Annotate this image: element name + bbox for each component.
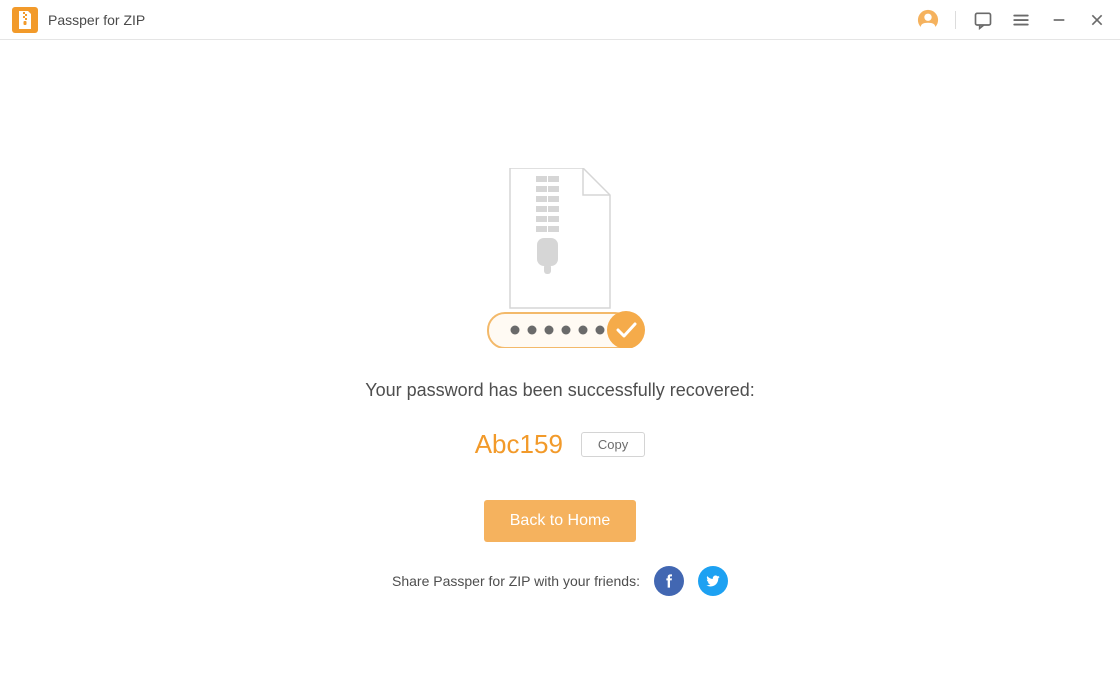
password-row: Abc159 Copy [475, 429, 646, 460]
main-content: Your password has been successfully reco… [0, 40, 1120, 596]
app-logo [12, 7, 38, 33]
close-icon[interactable] [1086, 9, 1108, 31]
feedback-icon[interactable] [972, 9, 994, 31]
app-title: Passper for ZIP [48, 12, 145, 28]
menu-icon[interactable] [1010, 9, 1032, 31]
divider [955, 11, 956, 29]
checkmark-icon [607, 311, 645, 348]
back-to-home-button[interactable]: Back to Home [484, 500, 636, 542]
titlebar: Passper for ZIP [0, 0, 1120, 40]
zip-file-icon [17, 11, 33, 29]
twitter-icon[interactable] [698, 566, 728, 596]
minimize-icon[interactable] [1048, 9, 1070, 31]
user-icon[interactable] [917, 9, 939, 31]
file-illustration [470, 168, 650, 348]
share-text: Share Passper for ZIP with your friends: [392, 573, 640, 589]
facebook-icon[interactable] [654, 566, 684, 596]
recovered-password: Abc159 [475, 429, 563, 460]
success-message: Your password has been successfully reco… [365, 380, 755, 401]
share-row: Share Passper for ZIP with your friends: [392, 566, 728, 596]
titlebar-controls [917, 9, 1108, 31]
copy-button[interactable]: Copy [581, 432, 645, 457]
